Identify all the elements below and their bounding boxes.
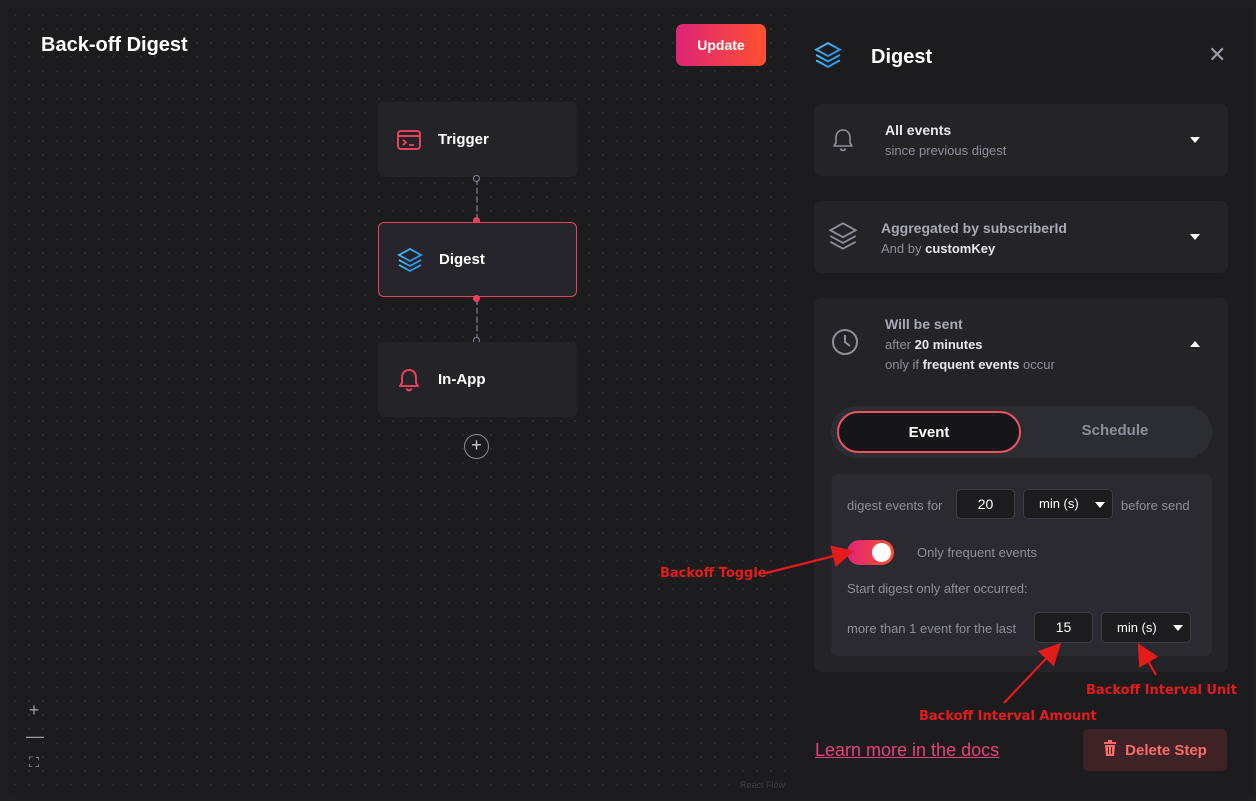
timing-card-title: Will be sent [885,316,963,332]
digest-unit-value: min (s) [1039,496,1079,511]
bell-icon [831,126,855,159]
node-label: In-App [438,371,486,388]
layers-icon [828,221,858,256]
backoff-toggle-annotation: Backoff Toggle [660,566,767,581]
digest-type-segmented-control: Event Schedule [831,406,1212,458]
aggregate-prefix: And by [881,241,926,256]
delete-step-label: Delete Step [1125,741,1207,759]
learn-more-link[interactable]: Learn more in the docs [815,740,999,761]
panel-title: Digest [871,46,933,68]
add-node-button[interactable]: + [464,434,489,459]
close-icon[interactable]: ✕ [1208,44,1226,66]
aggregate-key: customKey [925,241,996,256]
layers-icon [397,247,423,273]
chevron-down-icon [1095,502,1105,508]
tab-schedule[interactable]: Schedule [1023,411,1207,453]
digest-unit-select[interactable]: min (s) [1023,489,1113,519]
aggregate-card[interactable]: Aggregated by subscriberId And by custom… [814,201,1228,273]
digest-settings-panel: Digest ✕ All events since previous diges… [788,8,1254,794]
fit-view-icon[interactable]: ⛶ [26,754,42,770]
backoff-unit-annotation: Backoff Interval Unit [1086,683,1237,698]
frequency-value: frequent events [922,357,1020,372]
more-than-label: more than 1 event for the last [847,621,1017,636]
bell-icon [396,367,422,393]
timing-value: 20 minutes [914,337,983,352]
zoom-out-icon[interactable]: — [26,727,44,745]
toggle-knob [872,543,891,562]
delete-step-button[interactable]: Delete Step [1083,729,1227,771]
chevron-up-icon[interactable] [1190,341,1200,347]
edge-trigger-digest [476,179,478,220]
backoff-toggle-label: Only frequent events [917,545,1037,560]
timing-prefix: after [885,337,915,352]
chevron-down-icon[interactable] [1190,137,1200,143]
source-handle[interactable] [473,175,480,182]
tab-event[interactable]: Event [837,411,1021,453]
before-send-label: before send [1121,498,1190,513]
digest-for-label: digest events for [847,498,943,513]
layers-icon [814,41,842,74]
backoff-toggle[interactable] [847,540,894,565]
chevron-down-icon [1173,625,1183,631]
chevron-down-icon[interactable] [1190,234,1200,240]
backoff-amount-input[interactable]: 15 [1034,612,1093,643]
events-card-subtitle: since previous digest [885,143,1007,158]
app-frame: Back-off Digest Update Trigger Digest In… [8,8,1254,794]
page-title: Back-off Digest [41,34,188,56]
workflow-node-in-app[interactable]: In-App [378,342,577,417]
node-label: Digest [439,251,485,268]
react-flow-attribution[interactable]: React Flow [740,780,785,790]
event-digest-settings: digest events for 20 min (s) before send… [831,474,1212,656]
backoff-unit-value: min (s) [1117,620,1157,635]
start-digest-label: Start digest only after occurred: [847,581,1028,596]
workflow-node-trigger[interactable]: Trigger [378,102,577,177]
frequency-suffix: occur [1019,357,1055,372]
clock-icon [831,328,859,361]
zoom-in-icon[interactable]: + [26,701,42,719]
digest-amount-input[interactable]: 20 [956,489,1015,519]
workflow-canvas[interactable]: Back-off Digest Update Trigger Digest In… [8,8,788,794]
events-card[interactable]: All events since previous digest [814,104,1228,176]
trash-icon [1103,740,1117,760]
node-label: Trigger [438,131,489,148]
backoff-amount-annotation: Backoff Interval Amount [919,709,1097,724]
source-handle[interactable] [473,295,480,302]
events-card-title: All events [885,122,952,138]
update-button[interactable]: Update [676,24,766,66]
edge-digest-inapp [476,299,478,340]
workflow-node-digest[interactable]: Digest [378,222,577,297]
backoff-unit-select[interactable]: min (s) [1101,612,1191,643]
terminal-card-icon [396,127,422,153]
frequency-prefix: only if [885,357,923,372]
aggregate-card-title: Aggregated by subscriberId [881,220,1067,236]
